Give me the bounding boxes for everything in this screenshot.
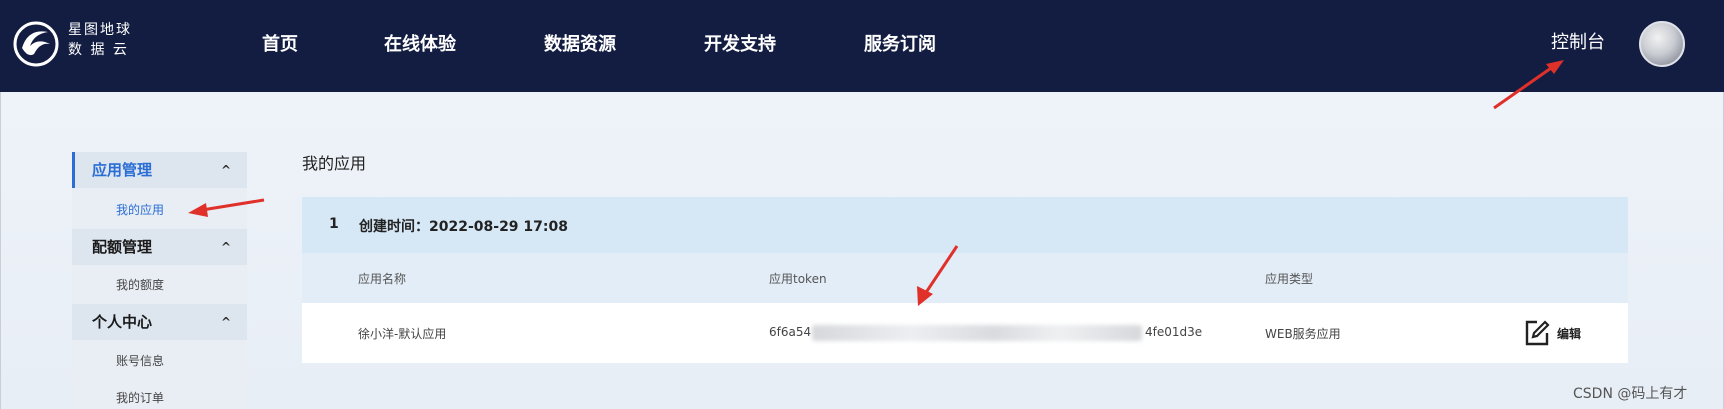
top-navigation-bar: 星图地球 数 据 云 首页 在线体验 数据资源 开发支持 服务订阅 控制台 xyxy=(0,0,1724,92)
sidebar-item-account-info[interactable]: 账号信息 xyxy=(116,352,164,369)
chevron-up-icon: ^ xyxy=(220,163,231,177)
nav-data-resources[interactable]: 数据资源 xyxy=(544,30,616,56)
app-created-time: 创建时间：2022-08-29 17:08 xyxy=(359,219,568,235)
column-header-app-type: 应用类型 xyxy=(1265,272,1314,286)
sidebar-group-label: 配额管理 xyxy=(92,238,153,256)
brand-name: 星图地球 数 据 云 xyxy=(68,20,132,60)
sidebar-item-my-orders[interactable]: 我的订单 xyxy=(116,389,164,406)
edit-button[interactable]: 编辑 xyxy=(1523,319,1581,347)
sidebar-group-app-management[interactable]: 应用管理 ^ xyxy=(72,152,247,188)
nav-service-subscription[interactable]: 服务订阅 xyxy=(864,30,936,56)
app-token-start: 6f6a54 xyxy=(769,325,812,339)
column-header-app-token: 应用token xyxy=(769,272,827,286)
sidebar-group-label: 应用管理 xyxy=(92,161,153,179)
edit-icon xyxy=(1525,320,1550,346)
watermark: CSDN @码上有才 xyxy=(1573,386,1688,402)
table-row: 徐小洋-默认应用 6f6a54 4fe01d3e WEB服务应用 编辑 xyxy=(302,303,1628,363)
chevron-up-icon: ^ xyxy=(220,315,231,329)
app-frame: 星图地球 数 据 云 首页 在线体验 数据资源 开发支持 服务订阅 控制台 应用… xyxy=(0,0,1724,409)
app-card-header: 1 创建时间：2022-08-29 17:08 xyxy=(302,197,1628,253)
user-avatar[interactable] xyxy=(1639,21,1685,67)
console-link[interactable]: 控制台 xyxy=(1551,28,1605,54)
app-token-end: 4fe01d3e xyxy=(1145,325,1203,339)
sidebar-group-quota-management[interactable]: 配额管理 ^ xyxy=(72,229,247,265)
brand-logo-icon xyxy=(13,21,59,67)
sidebar-group-personal-center[interactable]: 个人中心 ^ xyxy=(72,304,247,340)
token-redaction xyxy=(812,325,1142,341)
app-index: 1 xyxy=(329,216,339,232)
app-name: 徐小洋-默认应用 xyxy=(358,327,447,341)
chevron-up-icon: ^ xyxy=(220,240,231,254)
edit-label: 编辑 xyxy=(1557,326,1582,341)
sidebar-item-my-quota[interactable]: 我的额度 xyxy=(116,276,164,293)
column-header-app-name: 应用名称 xyxy=(358,272,407,286)
app-type: WEB服务应用 xyxy=(1265,327,1341,341)
brand-name-line2: 数 据 云 xyxy=(68,42,129,58)
nav-online-experience[interactable]: 在线体验 xyxy=(384,30,456,56)
sidebar-item-my-apps[interactable]: 我的应用 xyxy=(116,201,164,218)
nav-home[interactable]: 首页 xyxy=(262,30,298,56)
table-header: 应用名称 应用token 应用类型 xyxy=(302,253,1628,303)
brand-name-line1: 星图地球 xyxy=(68,22,132,38)
nav-developer-support[interactable]: 开发支持 xyxy=(704,30,776,56)
sidebar-group-label: 个人中心 xyxy=(92,313,153,331)
page-title: 我的应用 xyxy=(302,154,367,173)
